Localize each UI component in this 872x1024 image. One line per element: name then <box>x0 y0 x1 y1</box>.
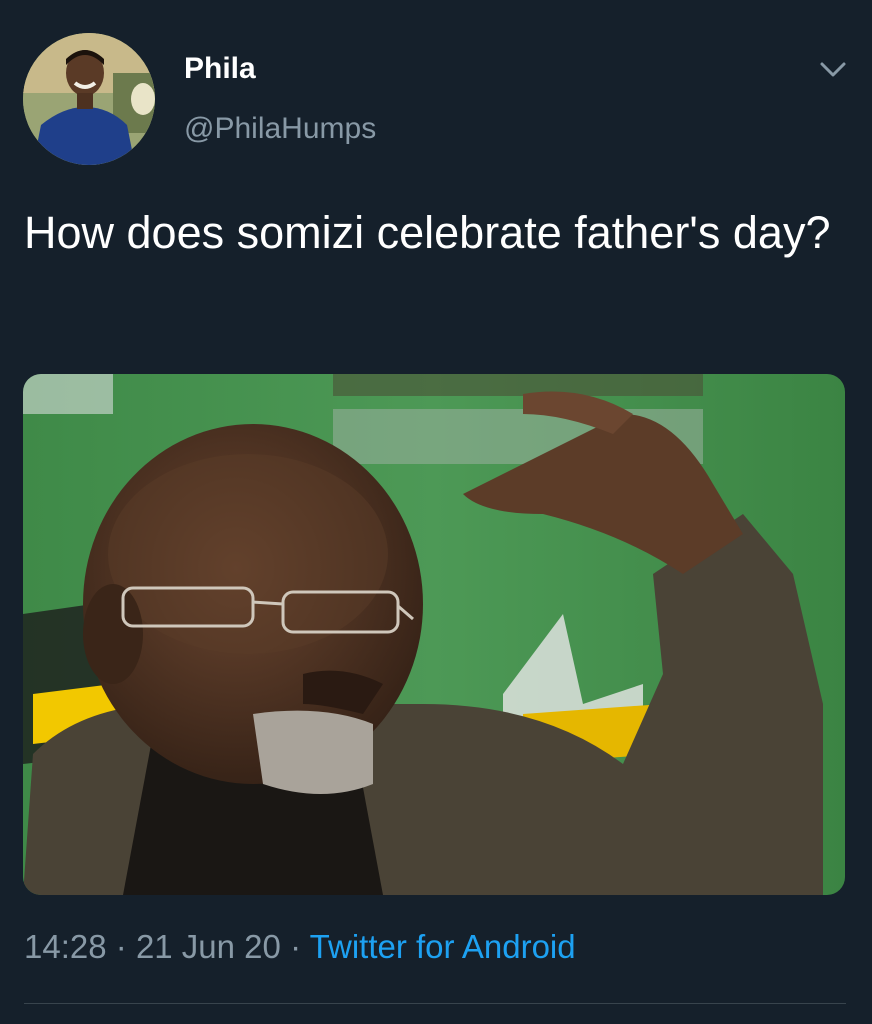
tweet-time: 14:28 <box>24 928 107 965</box>
author-avatar[interactable] <box>23 33 155 165</box>
meta-separator: · <box>290 928 302 965</box>
tweet-date: 21 Jun 20 <box>135 928 281 965</box>
meta-separator: · <box>115 928 127 965</box>
avatar-image <box>23 33 155 165</box>
author-handle[interactable]: @PhilaHumps <box>184 112 376 146</box>
tweet-photo[interactable] <box>23 374 845 895</box>
tweet-text: How does somizi celebrate father's day? <box>24 207 831 258</box>
chevron-down-icon[interactable] <box>818 56 848 82</box>
author-name[interactable]: Phila <box>184 52 256 86</box>
tweet-source-link[interactable]: Twitter for Android <box>310 928 576 965</box>
divider <box>24 1003 846 1004</box>
tweet-meta: 14:28 · 21 Jun 20 · Twitter for Android <box>24 928 576 966</box>
photo-image <box>23 374 845 895</box>
